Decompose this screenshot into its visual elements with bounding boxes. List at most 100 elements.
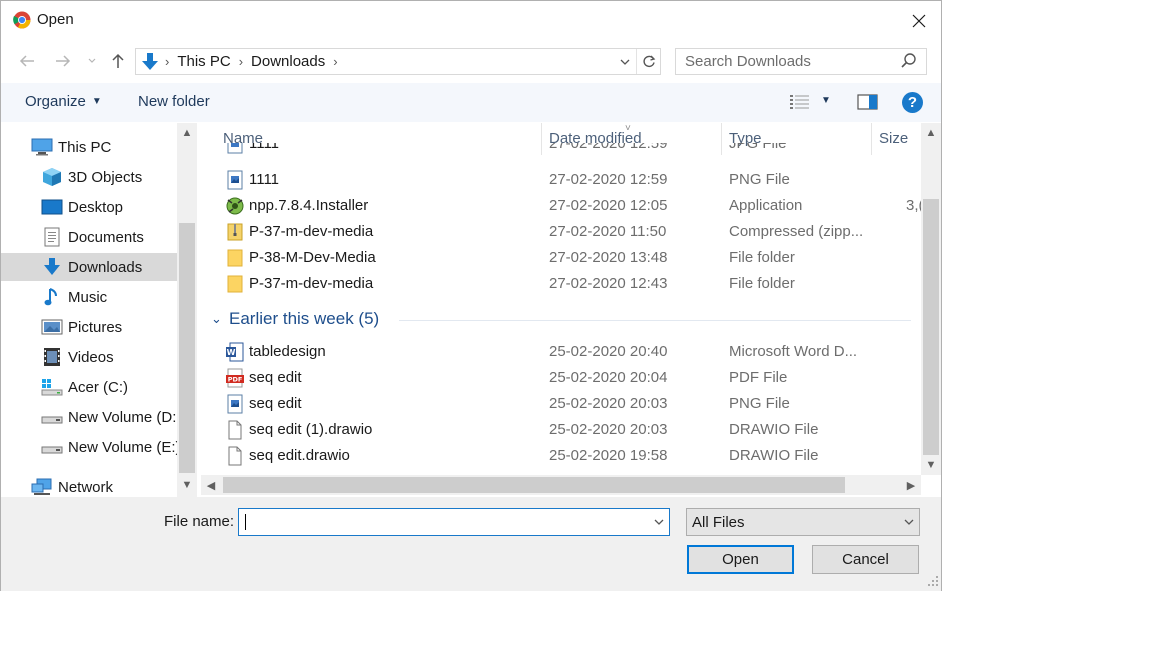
chevron-down-icon: [620, 59, 630, 65]
open-button[interactable]: Open: [687, 545, 794, 574]
chevron-right-icon[interactable]: ›: [329, 54, 341, 69]
file-list-horizontal-scrollbar[interactable]: ◀ ▶: [201, 475, 921, 495]
windows-drive-icon: [41, 377, 63, 397]
chevron-down-icon: [88, 58, 96, 63]
breadcrumb-downloads[interactable]: Downloads: [247, 53, 329, 70]
scrollbar-thumb[interactable]: [223, 477, 845, 493]
scrollbar-thumb[interactable]: [179, 223, 195, 473]
sidebar-item-pictures[interactable]: Pictures: [1, 313, 177, 341]
file-row[interactable]: P-37-m-dev-media 27-02-2020 11:50 Compre…: [201, 219, 921, 245]
file-row[interactable]: P-37-m-dev-media 27-02-2020 12:43 File f…: [201, 271, 921, 297]
drive-icon: [41, 437, 63, 457]
up-button[interactable]: [107, 49, 129, 73]
installer-icon: [226, 197, 244, 215]
sidebar-item-new-volume-d[interactable]: New Volume (D:: [1, 403, 177, 431]
sidebar-item-new-volume-e[interactable]: New Volume (E:): [1, 433, 177, 461]
chevron-right-icon: ›: [165, 54, 170, 69]
forward-button[interactable]: [51, 49, 75, 73]
file-row[interactable]: seq edit (1).drawio 25-02-2020 20:03 DRA…: [201, 417, 921, 443]
resize-grip-icon[interactable]: [927, 575, 939, 587]
file-name-dropdown-button[interactable]: [649, 509, 669, 535]
file-row[interactable]: P-38-M-Dev-Media 27-02-2020 13:48 File f…: [201, 245, 921, 271]
sidebar-item-videos[interactable]: Videos: [1, 343, 177, 371]
group-header-earlier-this-week[interactable]: ⌄ Earlier this week (5): [201, 307, 921, 333]
new-folder-button[interactable]: New folder: [138, 93, 210, 110]
file-name-input[interactable]: [238, 508, 670, 536]
zip-folder-icon: [227, 223, 243, 241]
sidebar-item-downloads[interactable]: Downloads: [1, 253, 177, 281]
scroll-right-icon[interactable]: ▶: [901, 475, 921, 495]
download-icon: [41, 257, 63, 277]
refresh-icon: [643, 55, 656, 67]
file-row[interactable]: 1111 27-02-2020 12:59 JPG File: [201, 143, 921, 155]
sidebar-item-3d-objects[interactable]: 3D Objects: [1, 163, 177, 191]
text-cursor: [245, 514, 246, 530]
svg-text:W: W: [227, 348, 236, 357]
file-row[interactable]: seq edit.drawio 25-02-2020 19:58 DRAWIO …: [201, 443, 921, 469]
address-dropdown-button[interactable]: [614, 49, 636, 74]
navigation-pane: This PC 3D Objects Desktop Documents Dow…: [1, 123, 197, 497]
file-row[interactable]: PDF seq edit 25-02-2020 20:04 PDF File: [201, 365, 921, 391]
desktop-icon: [41, 197, 63, 217]
cube-icon: [41, 167, 63, 187]
close-icon: [912, 14, 926, 28]
caret-down-icon: ▼: [91, 96, 102, 107]
file-row[interactable]: seq edit 25-02-2020 20:03 PNG File: [201, 391, 921, 417]
chevron-down-icon[interactable]: ⌄: [211, 311, 222, 327]
sidebar-item-acer-c[interactable]: Acer (C:): [1, 373, 177, 401]
sidebar-item-documents[interactable]: Documents: [1, 223, 177, 251]
view-options-icon[interactable]: [789, 94, 811, 110]
scroll-left-icon[interactable]: ◀: [201, 475, 221, 495]
chevron-right-icon: ›: [238, 54, 244, 69]
drive-icon: [41, 407, 63, 427]
recent-locations-button[interactable]: [85, 49, 99, 73]
sidebar-item-network[interactable]: Network: [1, 473, 177, 497]
file-row[interactable]: npp.7.8.4.Installer 27-02-2020 12:05 App…: [201, 193, 921, 219]
chevron-down-icon: [654, 519, 664, 525]
arrow-right-icon: [56, 55, 71, 67]
search-placeholder: Search Downloads: [685, 53, 811, 70]
scroll-up-icon[interactable]: ▲: [177, 123, 197, 143]
address-bar[interactable]: › This PC › Downloads ›: [135, 48, 661, 75]
dialog-footer: File name: All Files Open Cancel: [1, 497, 941, 591]
network-icon: [31, 477, 53, 497]
pdf-icon: PDF: [226, 368, 244, 388]
chrome-icon: [13, 11, 31, 29]
download-icon: [142, 52, 158, 70]
scroll-down-icon[interactable]: ▼: [921, 455, 941, 475]
word-doc-icon: W: [226, 342, 244, 362]
organize-button[interactable]: Organize ▼: [25, 93, 102, 110]
caret-down-icon[interactable]: ▼: [821, 95, 831, 106]
pictures-icon: [41, 317, 63, 337]
blank-file-icon: [228, 446, 242, 466]
scrollbar-thumb[interactable]: [923, 199, 939, 455]
file-type-select[interactable]: All Files: [686, 508, 920, 536]
help-icon[interactable]: ?: [902, 92, 923, 113]
sidebar-item-this-pc[interactable]: This PC: [1, 133, 177, 161]
scroll-up-icon[interactable]: ▲: [921, 123, 941, 143]
search-input[interactable]: Search Downloads: [675, 48, 927, 75]
image-icon: [227, 394, 243, 414]
sidebar-item-music[interactable]: Music: [1, 283, 177, 311]
open-dialog: Open › This PC › Downloads › Search Down…: [0, 0, 942, 591]
back-button[interactable]: [15, 49, 39, 73]
navigation-pane-scrollbar[interactable]: ▲ ▼: [177, 123, 197, 497]
preview-pane-icon[interactable]: [857, 94, 879, 110]
blank-file-icon: [228, 420, 242, 440]
scroll-down-icon[interactable]: ▼: [177, 475, 197, 495]
breadcrumb-this-pc[interactable]: This PC: [173, 53, 234, 70]
refresh-button[interactable]: [636, 49, 661, 74]
folder-icon: [227, 249, 243, 267]
file-row[interactable]: W tabledesign 25-02-2020 20:40 Microsoft…: [201, 339, 921, 365]
sidebar-item-desktop[interactable]: Desktop: [1, 193, 177, 221]
group-divider: [399, 320, 911, 321]
svg-text:PDF: PDF: [228, 376, 243, 384]
file-row[interactable]: 1111 27-02-2020 12:59 PNG File: [201, 167, 921, 193]
cancel-button[interactable]: Cancel: [812, 545, 919, 574]
arrow-left-icon: [19, 55, 34, 67]
file-list-vertical-scrollbar[interactable]: ▲ ▼: [921, 123, 941, 475]
file-type-dropdown-button[interactable]: [899, 509, 919, 535]
close-button[interactable]: [897, 5, 941, 37]
videos-icon: [41, 347, 63, 367]
search-icon[interactable]: [900, 52, 918, 70]
